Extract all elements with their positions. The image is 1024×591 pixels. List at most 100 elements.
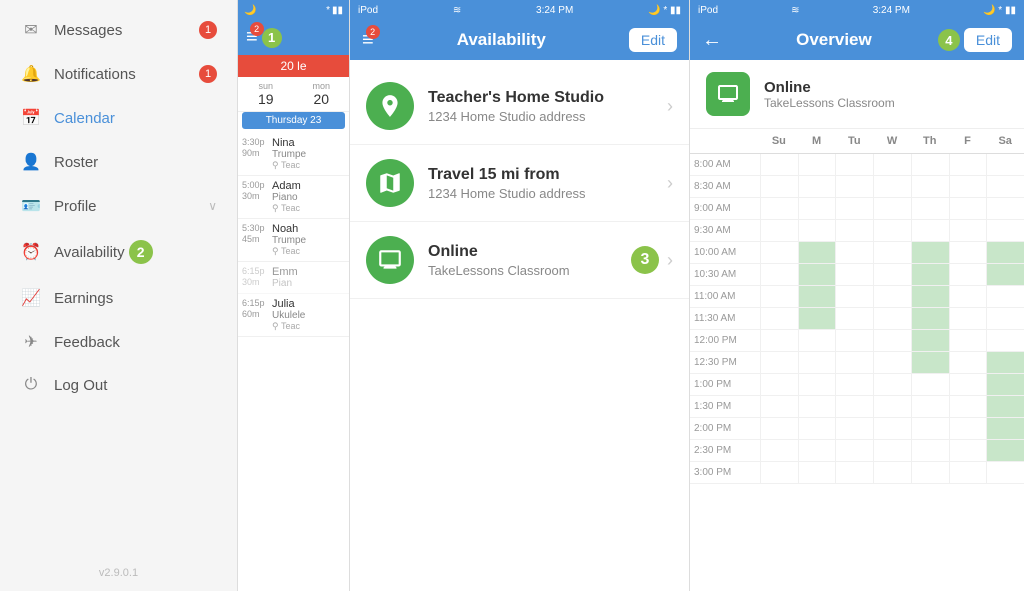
grid-cell [798,462,836,483]
grid-cell [798,308,836,329]
grid-cell [911,396,949,417]
monitor-icon-wrap [366,236,414,284]
sidebar-item-logout[interactable]: ⏻ Log Out [0,364,237,406]
map-icon [377,170,403,196]
grid-cell [986,418,1024,439]
back-button[interactable]: ← [702,29,722,52]
overview-monitor-icon-wrap [706,72,750,116]
sidebar-item-notifications[interactable]: 🔔 Notifications 1 [0,52,237,96]
notifications-badge: 1 [199,65,217,83]
grid-row: 11:30 AM [690,308,1024,330]
calendar-day-sun: sun 19 [238,77,294,111]
grid-cell [911,242,949,263]
time-label: 1:30 PM [690,396,760,417]
calendar-entry-nina[interactable]: 3:30p90m Nina Trumpe ⚲ Teac [238,133,349,176]
travel-title: Travel 15 mi from [428,166,667,184]
grid-day-th: Th [911,133,949,149]
grid-cell [798,154,836,175]
availability-menu-badge: 2 [366,25,380,39]
grid-cell [911,176,949,197]
availability-item-home-studio[interactable]: Teacher's Home Studio 1234 Home Studio a… [350,68,689,145]
grid-cell [949,374,987,395]
grid-cell [986,374,1024,395]
grid-cell [949,242,987,263]
availability-list: Teacher's Home Studio 1234 Home Studio a… [350,60,689,591]
time-label: 9:00 AM [690,198,760,219]
grid-rows: 8:00 AM8:30 AM9:00 AM9:30 AM10:00 AM10:3… [690,154,1024,591]
grid-cell [911,264,949,285]
sidebar: ✉ Messages 1 🔔 Notifications 1 📅 Calenda… [0,0,238,591]
availability-status-bar: iPod ≋ 3:24 PM 🌙 * ▮▮ [350,0,689,20]
sidebar-item-feedback[interactable]: ✈ Feedback [0,320,237,364]
grid-cell [873,264,911,285]
hamburger-menu-btn[interactable]: ≡ 2 [246,26,258,49]
messages-badge: 1 [199,21,217,39]
calendar-entry-noah[interactable]: 5:30p45m Noah Trumpe ⚲ Teac [238,219,349,262]
calendar-entry-julia[interactable]: 6:15p60m Julia Ukulele ⚲ Teac [238,294,349,337]
time-label: 12:00 PM [690,330,760,351]
calendar-icon: 📅 [20,108,42,128]
grid-row: 10:30 AM [690,264,1024,286]
grid-cell [949,352,987,373]
overview-wifi-icon: ≋ [791,5,799,16]
sidebar-item-availability[interactable]: ⏰ Availability 2 [0,228,237,276]
overview-location-subtitle: TakeLessons Classroom [764,96,895,110]
grid-cell [949,396,987,417]
grid-cell [986,352,1024,373]
grid-day-su: Su [760,133,798,149]
grid-cell [986,396,1024,417]
availability-menu-btn[interactable]: ≡ 2 [362,29,374,52]
grid-cell [911,374,949,395]
grid-cell [949,154,987,175]
grid-cell [760,308,798,329]
grid-cell [986,440,1024,461]
sidebar-item-profile[interactable]: 🪪 Profile ∨ [0,184,237,228]
grid-day-tu: Tu [835,133,873,149]
availability-edit-button[interactable]: Edit [629,28,677,52]
grid-cell [835,462,873,483]
grid-cell [986,242,1024,263]
travel-subtitle: 1234 Home Studio address [428,186,667,201]
grid-cell [949,418,987,439]
grid-cell [760,264,798,285]
time-label: 12:30 PM [690,352,760,373]
grid-row: 1:00 PM [690,374,1024,396]
grid-cell [760,220,798,241]
availability-item-online[interactable]: Online TakeLessons Classroom 3 › [350,222,689,299]
grid-cell [835,374,873,395]
grid-cell [760,154,798,175]
grid-cell [798,176,836,197]
overview-edit-button[interactable]: Edit [964,28,1012,52]
grid-row: 12:30 PM [690,352,1024,374]
bluetooth-icon: * [326,5,330,16]
time-label: 9:30 AM [690,220,760,241]
grid-cell [798,440,836,461]
grid-cell [986,462,1024,483]
sidebar-item-calendar[interactable]: 📅 Calendar [0,96,237,140]
grid-cell [911,220,949,241]
grid-cell [760,396,798,417]
thursday-bar[interactable]: Thursday 23 [242,112,345,129]
grid-cell [798,286,836,307]
grid-cell [835,220,873,241]
availability-item-travel[interactable]: Travel 15 mi from 1234 Home Studio addre… [350,145,689,222]
grid-cell [798,352,836,373]
grid-cell [835,330,873,351]
overview-monitor-icon [716,82,740,106]
sidebar-item-messages[interactable]: ✉ Messages 1 [0,8,237,52]
sidebar-item-roster[interactable]: 👤 Roster [0,140,237,184]
sidebar-item-earnings[interactable]: 📈 Earnings [0,276,237,320]
schedule-grid: Su M Tu W Th F Sa 8:00 AM8:30 AM9:00 AM9… [690,129,1024,591]
calendar-entry-emma[interactable]: 6:15p30m Emm Pian [238,262,349,294]
calendar-entry-adam[interactable]: 5:00p30m Adam Piano ⚲ Teac [238,176,349,219]
version-label: v2.9.0.1 [0,555,237,591]
grid-cell [986,286,1024,307]
overview-title: Overview [730,30,938,50]
grid-cell [760,198,798,219]
grid-cell [873,154,911,175]
grid-row: 8:30 AM [690,176,1024,198]
grid-cell [760,286,798,307]
grid-cell [835,154,873,175]
grid-row: 9:30 AM [690,220,1024,242]
availability-header: ≡ 2 Availability Edit [350,20,689,60]
